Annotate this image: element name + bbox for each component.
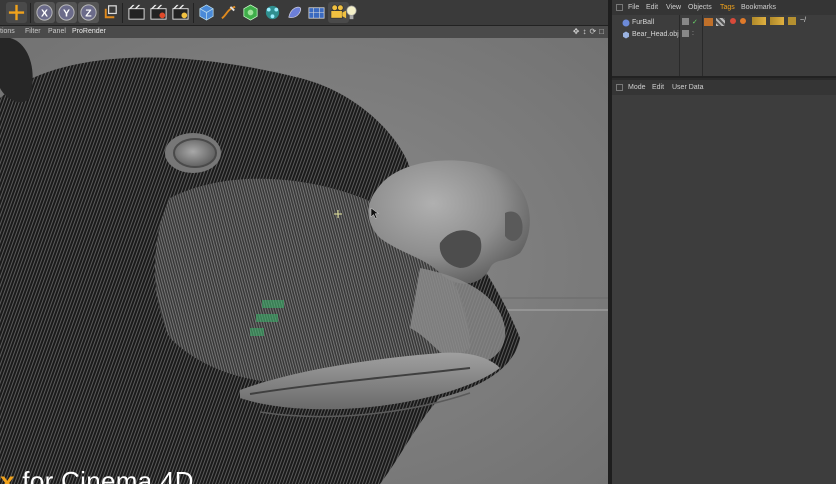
svg-text:Y: Y [63,8,70,19]
svg-text:X: X [41,8,48,19]
viewport-menu-panel[interactable]: Panel [48,26,66,38]
coordinate-system-icon[interactable] [100,2,121,23]
caption-accent: x [0,466,15,484]
cube-primitive-icon[interactable] [196,2,217,23]
fur-object-icon [622,19,630,27]
rotate-view-icon[interactable]: ⟳ [589,26,596,38]
attribute-manager-menubar: Mode Edit User Data [612,80,836,95]
light-icon[interactable] [341,2,362,23]
render-picture-viewer-icon[interactable] [148,2,169,23]
caption-text: for Cinema 4D [14,466,194,484]
cloner-mograph-icon[interactable] [262,2,283,23]
bear-head-render[interactable] [0,38,608,484]
fur-material-tag-icon[interactable] [704,18,713,26]
menu-mode[interactable]: Mode [628,84,646,91]
menu-file[interactable]: File [628,4,639,11]
viewport-nav-controls: ✥ ↕ ⟳ □ [573,26,604,38]
render-view-icon[interactable] [126,2,147,23]
maximize-view-icon[interactable]: □ [599,26,604,38]
tag-orange-icon[interactable] [740,18,746,24]
object-manager-menubar: File Edit View Objects Tags Bookmarks [612,0,836,15]
tag-gold-icon[interactable] [788,17,796,25]
zoom-view-icon[interactable]: ↕ [582,26,586,38]
tag-curve-icon[interactable]: ~/ [800,17,806,24]
attribute-manager: Mode Edit User Data [612,80,836,484]
3d-viewport[interactable]: tions Filter Panel ProRender ✥ ↕ ⟳ □ x f… [0,26,608,484]
enabled-check-icon[interactable]: : [692,30,694,37]
hair-tag-icon[interactable] [752,17,766,25]
polygon-object-icon [622,31,630,39]
menu-view[interactable]: View [666,4,681,11]
visibility-dots-icon[interactable] [682,18,689,25]
texture-tag-icon[interactable] [716,18,725,26]
menu-bookmarks[interactable]: Bookmarks [741,4,776,11]
svg-text:Z: Z [85,8,92,19]
subdivision-generator-icon[interactable] [240,2,261,23]
render-settings-icon[interactable] [170,2,191,23]
hair-tag-2-icon[interactable] [770,17,784,25]
move-icon[interactable] [6,2,27,23]
menu-tags[interactable]: Tags [720,4,735,11]
panel-grip-icon[interactable] [616,84,623,91]
move-view-icon[interactable]: ✥ [573,26,580,38]
main-toolbar: X Y Z [0,0,612,26]
object-name[interactable]: FurBall [632,19,654,26]
object-name[interactable]: Bear_Head.obj [632,31,679,38]
tag-red-icon[interactable] [730,18,736,24]
menu-edit[interactable]: Edit [646,4,658,11]
panel-grip-icon[interactable] [616,4,623,11]
object-manager: File Edit View Objects Tags Bookmarks Fu… [612,0,836,78]
menu-user-data[interactable]: User Data [672,84,704,91]
floor-environment-icon[interactable] [306,2,327,23]
y-axis-lock-icon[interactable]: Y [56,2,77,23]
z-axis-lock-icon[interactable]: Z [78,2,99,23]
x-axis-lock-icon[interactable]: X [34,2,55,23]
viewport-menubar: tions Filter Panel ProRender ✥ ↕ ⟳ □ [0,26,608,38]
visibility-dots-icon[interactable] [682,30,689,37]
enabled-check-icon[interactable]: ✓ [692,18,698,26]
viewport-menu-filter[interactable]: Filter [25,26,41,38]
menu-objects[interactable]: Objects [688,4,712,11]
cinema4d-window: X Y Z tions Filter Panel ProRender ✥ ↕ ⟳… [0,0,836,484]
deformer-icon[interactable] [284,2,305,23]
viewport-menu-prorender[interactable]: ProRender [72,26,106,38]
menu-edit[interactable]: Edit [652,84,664,91]
object-row-bear-head[interactable]: Bear_Head.obj : [612,29,836,41]
product-caption: x for Cinema 4D [0,466,194,484]
viewport-menu-options[interactable]: tions [0,26,15,38]
pen-spline-icon[interactable] [218,2,239,23]
object-row-furball[interactable]: FurBall ✓ ~/ [612,17,836,29]
